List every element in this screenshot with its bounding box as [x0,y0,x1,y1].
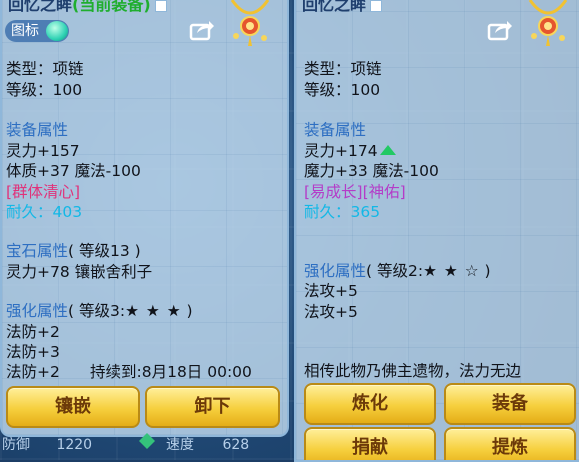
enhance-stat-2: 法防+3 [6,343,60,361]
enhance-level: ( 等级2: [366,262,424,280]
item-level: 等级：100 [304,81,381,99]
item-name: 回忆之眸 [302,0,367,14]
item-title: 回忆之眸 [302,0,383,15]
speed-label: 速度 [166,437,194,453]
title-marker-icon [370,0,383,12]
stat-constitution-mana: 体质+37 魔法-100 [6,162,141,180]
enhance-stat-1: 法防+2 [6,323,60,341]
enhance-attributes-heading: 强化属性( 等级2:★ ★ ☆ ) [304,259,491,281]
refine-button[interactable]: 炼化 [304,383,436,425]
enhance-attributes-label: 强化属性 [6,302,69,320]
gem-attributes-label: 宝石属性 [6,242,69,260]
item-title: 回忆之眸(当前装备) [8,0,167,15]
item-type: 类型：项链 [6,60,84,78]
equipped-item-tooltip: 回忆之眸(当前装备) 图标 类型：项链 等级：100 装备属性 灵力+157 体… [0,0,289,437]
item-level: 等级：100 [6,81,83,99]
stat-spirit: 灵力+174 [304,142,378,160]
speed-value: 628 [222,437,250,453]
item-description: 相传此物乃佛主遗物，法力无边 [304,362,522,380]
enhance-stat-2: 法攻+5 [304,303,358,321]
defense-label: 防御 [2,437,30,453]
durability: 耐久：365 [304,203,381,221]
defense-stat: 防御 1220 [2,434,92,454]
item-type: 类型：项链 [304,60,382,78]
icon-toggle[interactable]: 图标 [5,20,69,42]
icon-toggle-label: 图标 [11,23,39,39]
share-icon[interactable] [189,19,215,41]
inlay-button[interactable]: 镶嵌 [6,386,140,428]
equip-button[interactable]: 装备 [444,383,576,425]
extract-button[interactable]: 提炼 [444,427,576,460]
speed-diamond-icon [139,433,155,449]
special-skill: [群体清心] [6,183,81,201]
toggle-orb-icon [46,21,68,41]
stat-magic-mana: 魔力+33 魔法-100 [304,162,439,180]
enhance-level-close: ) [181,302,193,320]
enhance-stars: ★ ★ ★ [125,302,182,320]
durability: 耐久：403 [6,203,83,221]
speed-stat: 速度 628 [166,434,249,454]
necklace-ornament-icon [528,0,568,46]
gem-level: ( 等级13 ) [68,242,141,260]
stat-spirit-row: 灵力+174 [304,139,396,161]
compare-item-tooltip: 回忆之眸 类型：项链 等级：100 装备属性 灵力+174 魔力+33 魔法-1… [294,0,579,462]
stat-spirit: 灵力+157 [6,142,80,160]
item-name: 回忆之眸 [8,0,73,14]
special-skills: [易成长][神佑] [304,183,406,201]
donate-button[interactable]: 捐献 [304,427,436,460]
necklace-ornament-icon [230,0,270,46]
enhance-level: ( 等级3: [68,302,126,320]
gem-attributes-heading: 宝石属性( 等级13 ) [6,239,141,261]
title-marker-icon [154,0,167,12]
equip-attributes-heading: 装备属性 [304,121,367,139]
enhance-attributes-label: 强化属性 [304,262,367,280]
defense-value: 1220 [56,437,93,453]
enhance-stat-3: 法防+2 [6,363,60,381]
enhance-attributes-heading: 强化属性( 等级3:★ ★ ★ ) [6,299,193,321]
equip-attributes-heading: 装备属性 [6,121,69,139]
gem-stat: 灵力+78 镶嵌舍利子 [6,263,153,281]
enhance-stat-1: 法攻+5 [304,282,358,300]
enhance-duration: 持续到:8月18日 00:00 [90,363,252,381]
share-icon[interactable] [487,19,513,41]
enhance-stars: ★ ★ ☆ [423,262,480,280]
enhance-stat-3-row: 法防+2 持续到:8月18日 00:00 [6,360,252,382]
unequip-button[interactable]: 卸下 [145,386,280,428]
stat-up-arrow-icon [379,145,396,155]
equipped-status: (当前装备) [72,0,151,14]
enhance-level-close: ) [479,262,491,280]
